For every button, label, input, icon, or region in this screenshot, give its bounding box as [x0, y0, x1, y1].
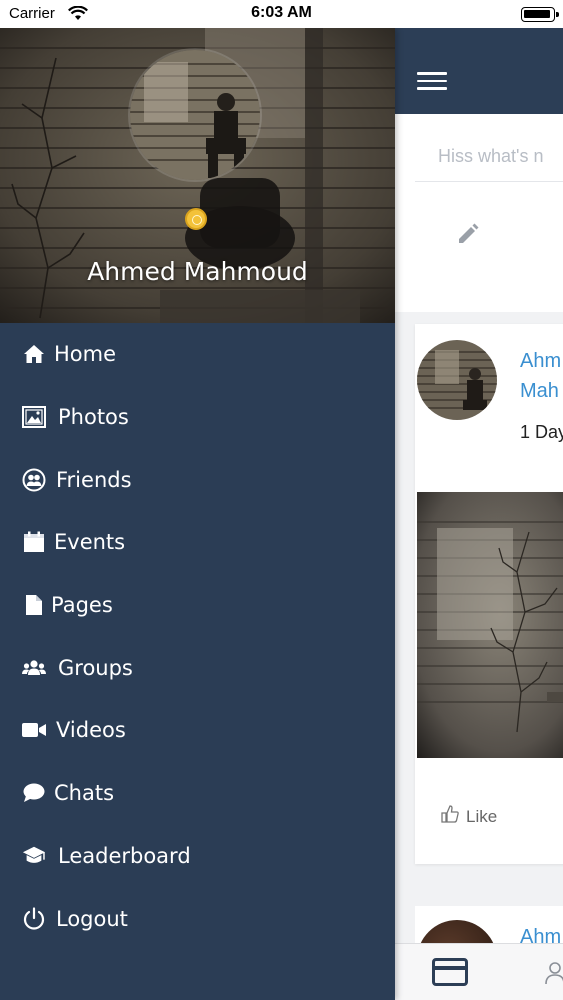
like-label: Like: [466, 806, 498, 826]
menu-item-home[interactable]: Home: [0, 323, 395, 386]
battery-icon: [521, 7, 559, 22]
menu-item-groups[interactable]: Groups: [0, 636, 395, 699]
menu-label: Videos: [56, 718, 126, 743]
drawer-menu: Home Photos Friends Events Pages Groups …: [0, 323, 395, 950]
post-composer: [395, 114, 563, 312]
menu-label: Logout: [56, 906, 128, 931]
profile-avatar[interactable]: [130, 50, 260, 180]
menu-label: Pages: [51, 593, 113, 618]
feed-post: Ahm Mah 1 Day Like: [415, 324, 563, 864]
menu-label: Friends: [56, 467, 132, 492]
post-author-avatar[interactable]: [417, 340, 497, 420]
menu-item-photos[interactable]: Photos: [0, 386, 395, 449]
power-icon: [22, 906, 46, 931]
main-content: Ahm Mah 1 Day: [395, 28, 563, 1000]
post-photo[interactable]: [417, 492, 563, 758]
friends-tab-icon[interactable]: [543, 960, 563, 990]
profile-header: Ahmed Mahmoud: [0, 28, 395, 323]
app-bar: [395, 28, 563, 114]
thumbs-up-icon: [440, 804, 460, 829]
menu-item-logout[interactable]: Logout: [0, 887, 395, 950]
menu-label: Events: [54, 530, 126, 555]
pencil-icon[interactable]: [455, 219, 483, 251]
menu-item-friends[interactable]: Friends: [0, 448, 395, 511]
video-icon: [22, 718, 46, 742]
post-author-last: Mah: [520, 380, 559, 402]
profile-name[interactable]: Ahmed Mahmoud: [0, 257, 395, 286]
menu-label: Leaderboard: [58, 843, 191, 868]
groups-icon: [22, 656, 46, 680]
post-author-name[interactable]: Ahm Mah: [520, 346, 563, 406]
menu-item-videos[interactable]: Videos: [0, 699, 395, 762]
bottom-tab-bar: [395, 943, 563, 1000]
post-author-first: Ahm: [520, 350, 562, 372]
menu-item-chats[interactable]: Chats: [0, 762, 395, 825]
status-input[interactable]: [415, 132, 563, 182]
menu-label: Home: [54, 342, 117, 367]
photos-icon: [22, 405, 46, 429]
menu-label: Photos: [58, 405, 129, 430]
menu-item-events[interactable]: Events: [0, 511, 395, 574]
online-status-icon: [185, 208, 207, 230]
menu-label: Groups: [58, 655, 133, 680]
clock: 6:03 AM: [251, 4, 312, 21]
calendar-icon: [22, 530, 46, 554]
friends-icon: [22, 468, 46, 492]
menu-icon[interactable]: [417, 72, 447, 92]
menu-item-pages[interactable]: Pages: [0, 574, 395, 637]
home-icon: [22, 342, 46, 366]
post-timestamp: 1 Day: [520, 422, 563, 442]
newsfeed-tab-icon[interactable]: [432, 958, 468, 986]
navigation-drawer: Ahmed Mahmoud Home Photos Friends Events: [0, 28, 395, 1000]
graduation-cap-icon: [22, 844, 46, 868]
menu-label: Chats: [54, 781, 115, 806]
status-bar: Carrier 6:03 AM: [0, 0, 563, 28]
page-icon: [22, 593, 46, 617]
menu-item-leaderboard[interactable]: Leaderboard: [0, 825, 395, 888]
chat-icon: [22, 781, 46, 805]
like-button[interactable]: Like: [440, 804, 497, 829]
